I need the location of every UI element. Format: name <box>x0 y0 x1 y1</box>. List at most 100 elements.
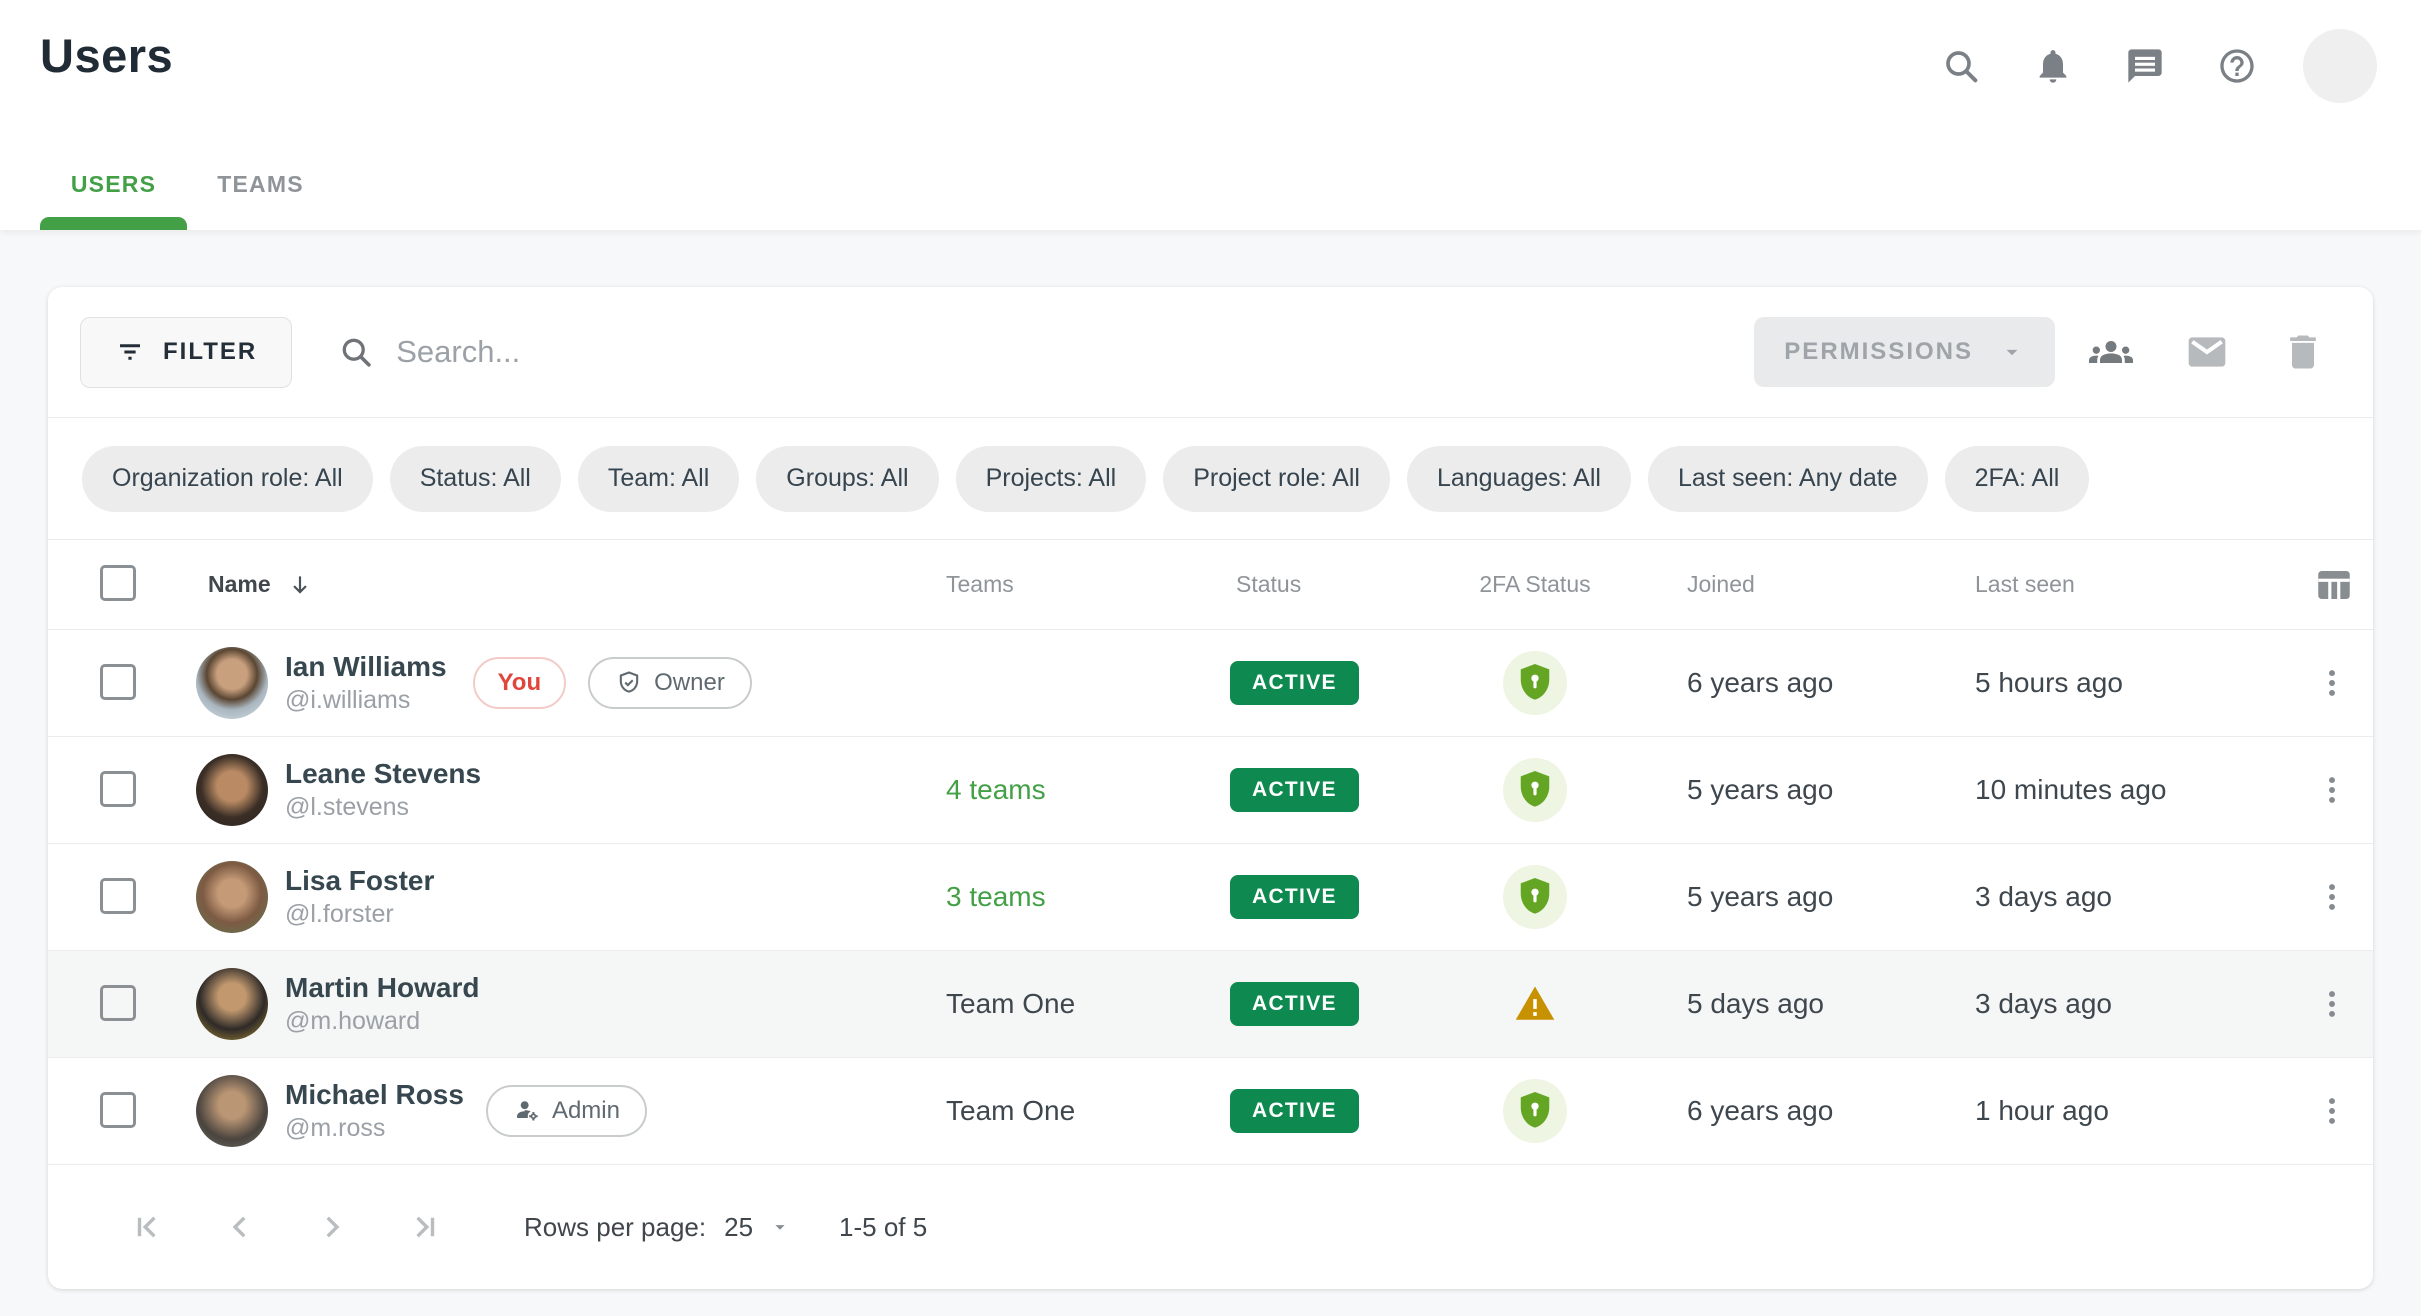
table-row: Michael Ross @m.ross Admin Team One ACTI… <box>48 1058 2373 1165</box>
last-seen-cell: 1 hour ago <box>1975 1095 2305 1127</box>
joined-cell: 5 years ago <box>1630 881 1975 913</box>
next-page-icon[interactable] <box>310 1205 354 1249</box>
pagination-range: 1-5 of 5 <box>839 1212 927 1243</box>
column-header-2fa: 2FA Status <box>1479 571 1590 598</box>
status-badge: ACTIVE <box>1230 661 1359 705</box>
user-name: Martin Howard <box>285 970 479 1005</box>
row-checkbox[interactable] <box>100 878 136 914</box>
chip-project-role[interactable]: Project role: All <box>1163 446 1390 512</box>
mail-icon[interactable] <box>2179 324 2235 380</box>
teams-cell: Team One <box>940 988 1230 1020</box>
shield-check-icon <box>615 669 643 697</box>
filter-button-label: FILTER <box>163 338 257 366</box>
row-menu-icon[interactable] <box>2315 659 2363 707</box>
row-checkbox[interactable] <box>100 664 136 700</box>
chip-status[interactable]: Status: All <box>390 446 561 512</box>
user-handle: @m.ross <box>285 1112 464 1145</box>
user-handle: @m.howard <box>285 1005 479 1038</box>
avatar <box>196 647 268 719</box>
user-handle: @l.stevens <box>285 791 481 824</box>
search-icon <box>338 334 374 370</box>
joined-cell: 6 years ago <box>1630 667 1975 699</box>
chevron-down-icon <box>1999 339 2025 365</box>
2fa-warning-icon <box>1512 983 1558 1025</box>
2fa-enabled-icon <box>1503 1079 1567 1143</box>
last-seen-cell: 10 minutes ago <box>1975 774 2305 806</box>
chip-languages[interactable]: Languages: All <box>1407 446 1631 512</box>
row-menu-icon[interactable] <box>2315 1087 2363 1135</box>
avatar <box>196 754 268 826</box>
first-page-icon[interactable] <box>126 1205 170 1249</box>
tab-teams[interactable]: TEAMS <box>187 138 334 230</box>
2fa-enabled-icon <box>1503 651 1567 715</box>
joined-cell: 6 years ago <box>1630 1095 1975 1127</box>
column-header-last-seen: Last seen <box>1975 571 2305 598</box>
column-settings-icon[interactable] <box>2313 559 2365 611</box>
user-avatar[interactable] <box>2303 29 2377 103</box>
user-cell: Lisa Foster @l.forster <box>196 861 940 933</box>
column-header-teams: Teams <box>940 571 1230 598</box>
chip-last-seen[interactable]: Last seen: Any date <box>1648 446 1928 512</box>
page-title: Users <box>40 28 173 83</box>
column-header-name[interactable]: Name <box>196 571 940 598</box>
row-checkbox[interactable] <box>100 985 136 1021</box>
table-row: Ian Williams @i.williams You Owner ACTIV… <box>48 630 2373 737</box>
user-cell: Ian Williams @i.williams You Owner <box>196 647 940 719</box>
column-header-status: Status <box>1230 571 1440 598</box>
filter-button[interactable]: FILTER <box>80 317 292 388</box>
2fa-enabled-icon <box>1503 758 1567 822</box>
user-name: Ian Williams <box>285 649 447 684</box>
permissions-dropdown[interactable]: PERMISSIONS <box>1754 317 2055 387</box>
search-input[interactable] <box>396 334 916 370</box>
chip-organization-role[interactable]: Organization role: All <box>82 446 373 512</box>
toolbar: FILTER PERMISSIONS <box>48 287 2373 418</box>
filter-chips: Organization role: All Status: All Team:… <box>48 418 2373 540</box>
joined-cell: 5 days ago <box>1630 988 1975 1020</box>
you-badge: You <box>473 657 567 709</box>
chevron-down-icon <box>769 1216 791 1238</box>
row-menu-icon[interactable] <box>2315 980 2363 1028</box>
pagination: Rows per page: 25 1-5 of 5 <box>48 1165 2373 1289</box>
table-row: Martin Howard @m.howard Team One ACTIVE … <box>48 951 2373 1058</box>
2fa-enabled-icon <box>1503 865 1567 929</box>
status-badge: ACTIVE <box>1230 1089 1359 1133</box>
avatar <box>196 1075 268 1147</box>
messages-icon[interactable] <box>2119 40 2171 92</box>
rows-per-page-select[interactable]: 25 <box>724 1212 791 1243</box>
last-seen-cell: 5 hours ago <box>1975 667 2305 699</box>
teams-link[interactable]: 3 teams <box>946 881 1046 912</box>
topbar: Users USERS TEAMS <box>0 0 2421 230</box>
chip-groups[interactable]: Groups: All <box>756 446 938 512</box>
user-name: Michael Ross <box>285 1077 464 1112</box>
row-checkbox[interactable] <box>100 1092 136 1128</box>
tab-bar: USERS TEAMS <box>40 138 334 230</box>
status-badge: ACTIVE <box>1230 875 1359 919</box>
select-all-checkbox[interactable] <box>100 565 136 601</box>
status-badge: ACTIVE <box>1230 768 1359 812</box>
notifications-icon[interactable] <box>2027 40 2079 92</box>
trash-icon[interactable] <box>2275 324 2331 380</box>
prev-page-icon[interactable] <box>218 1205 262 1249</box>
row-menu-icon[interactable] <box>2315 766 2363 814</box>
user-name: Lisa Foster <box>285 863 434 898</box>
teams-cell: Team One <box>940 1095 1230 1127</box>
user-cell: Michael Ross @m.ross Admin <box>196 1075 940 1147</box>
person-gear-icon <box>513 1097 541 1125</box>
toolbar-actions: PERMISSIONS <box>1754 317 2331 387</box>
search-icon[interactable] <box>1935 40 1987 92</box>
groups-icon[interactable] <box>2083 324 2139 380</box>
topbar-actions <box>1935 28 2377 104</box>
row-menu-icon[interactable] <box>2315 873 2363 921</box>
help-icon[interactable] <box>2211 40 2263 92</box>
chip-2fa[interactable]: 2FA: All <box>1945 446 2090 512</box>
column-header-joined: Joined <box>1630 571 1975 598</box>
user-cell: Martin Howard @m.howard <box>196 968 940 1040</box>
rows-per-page-label: Rows per page: <box>524 1212 706 1243</box>
teams-link[interactable]: 4 teams <box>946 774 1046 805</box>
chip-team[interactable]: Team: All <box>578 446 739 512</box>
bulk-action-icons <box>2083 324 2331 380</box>
last-page-icon[interactable] <box>402 1205 446 1249</box>
row-checkbox[interactable] <box>100 771 136 807</box>
tab-users[interactable]: USERS <box>40 138 187 230</box>
chip-projects[interactable]: Projects: All <box>956 446 1147 512</box>
